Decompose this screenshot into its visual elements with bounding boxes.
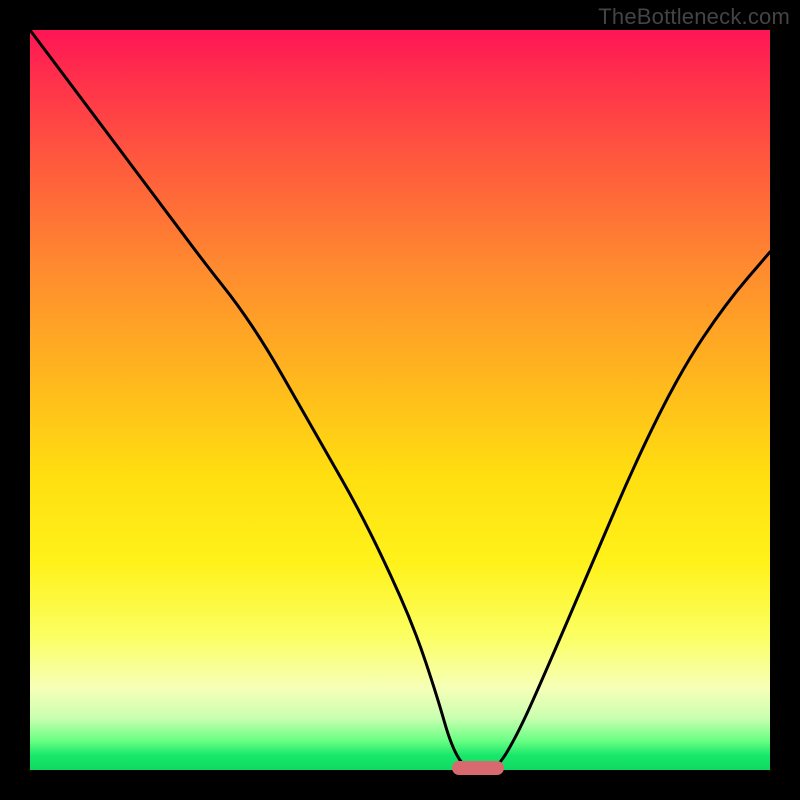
- chart-frame: TheBottleneck.com: [0, 0, 800, 800]
- watermark-text: TheBottleneck.com: [598, 4, 790, 30]
- minimum-marker: [452, 761, 504, 775]
- bottleneck-curve: [30, 30, 770, 770]
- plot-area: [30, 30, 770, 770]
